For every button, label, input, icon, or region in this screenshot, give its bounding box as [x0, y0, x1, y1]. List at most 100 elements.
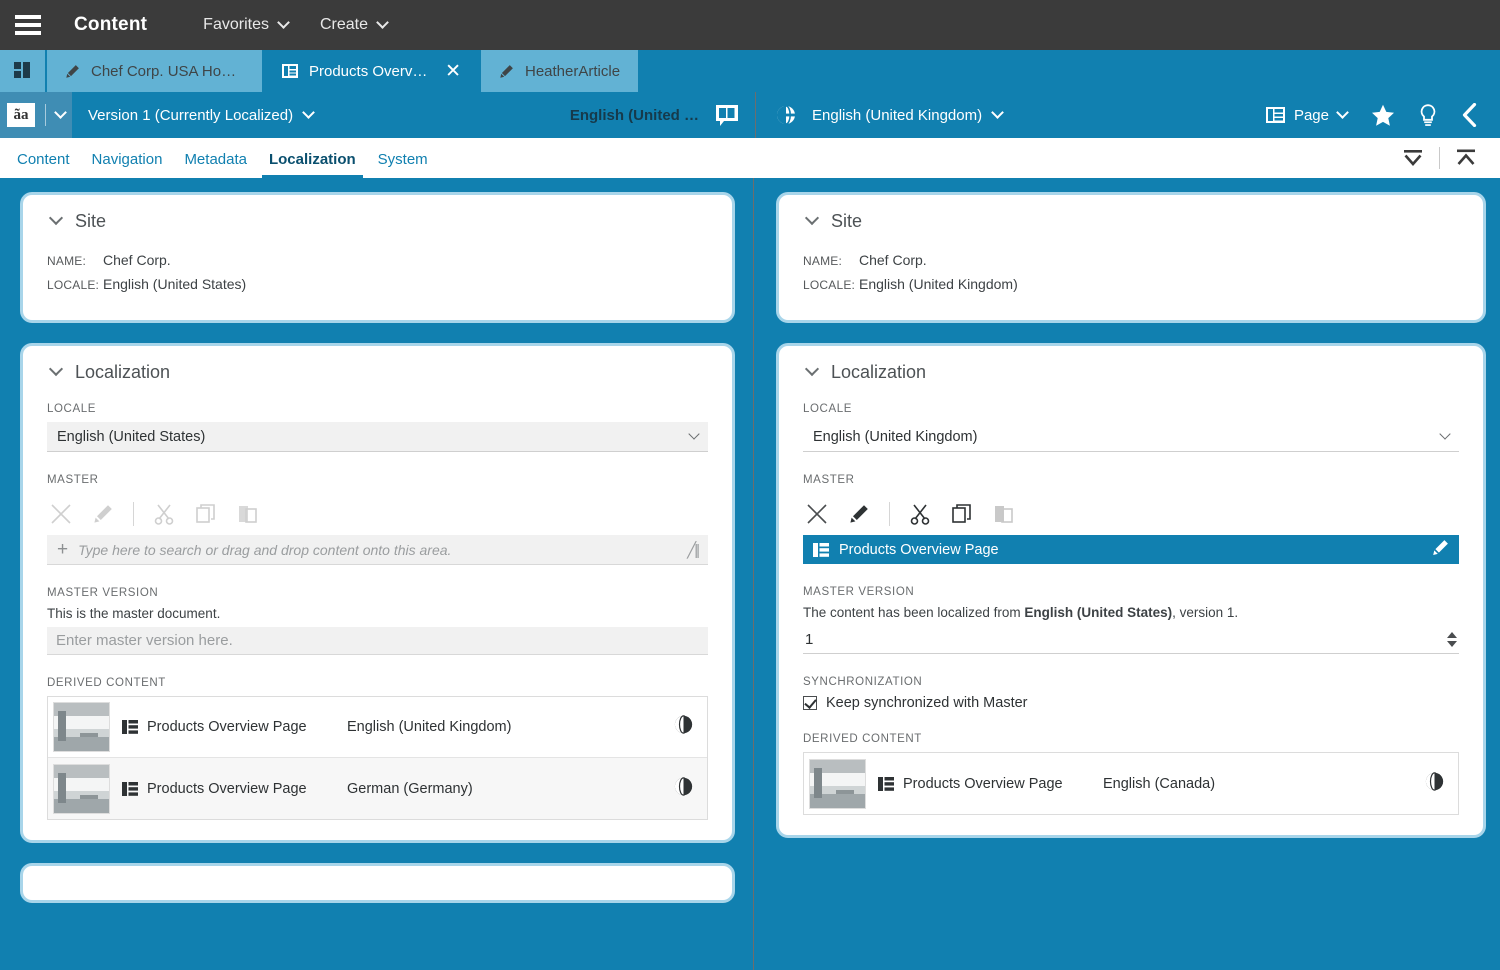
number-stepper[interactable] [1447, 632, 1457, 647]
right-site-name-row: NAME: Chef Corp. [803, 252, 1459, 268]
menu-create-label: Create [320, 16, 368, 34]
page-icon [122, 720, 138, 734]
toolbar-left: ãa Version 1 (Currently Localized) Engli… [0, 92, 755, 138]
table-row[interactable]: Products Overview Page English (Canada) [804, 753, 1458, 814]
hamburger-icon[interactable] [0, 0, 56, 50]
row-locale: German (Germany) [347, 781, 473, 797]
edit-icon[interactable] [89, 500, 117, 528]
cut-icon[interactable] [150, 500, 178, 528]
right-master-link-label: Products Overview Page [839, 542, 999, 558]
pencil-icon[interactable] [1432, 539, 1449, 560]
right-master-link[interactable]: Products Overview Page [803, 535, 1459, 564]
page-icon [122, 782, 138, 796]
dashboard-icon[interactable] [0, 50, 45, 92]
version-selector[interactable]: Version 1 (Currently Localized) [72, 107, 329, 124]
right-site-card: Site NAME: Chef Corp. LOCALE: English (U… [776, 192, 1486, 323]
globe-icon[interactable] [674, 715, 693, 739]
tab-navigation[interactable]: Navigation [81, 140, 174, 178]
table-row[interactable]: Products Overview Page English (United K… [48, 697, 707, 758]
left-locale-select[interactable]: English (United States) [47, 422, 708, 452]
kitchen-thumbnail [53, 764, 110, 814]
view-selector[interactable]: Page [1254, 107, 1359, 124]
help-post: , version 1. [1172, 605, 1238, 620]
nav-label: Metadata [184, 151, 247, 168]
right-site-heading: Site [831, 211, 862, 232]
right-site-name-value: Chef Corp. [859, 252, 927, 268]
chevron-down-icon [376, 16, 389, 29]
chevron-down-icon [277, 16, 290, 29]
menu-create[interactable]: Create [304, 0, 403, 50]
right-locale-select[interactable]: English (United Kingdom) [803, 422, 1459, 452]
globe-icon[interactable] [674, 777, 693, 801]
nav-label: Localization [269, 151, 356, 168]
copy-icon[interactable] [948, 500, 976, 528]
row-locale: English (Canada) [1103, 776, 1215, 792]
left-localization-header[interactable]: Localization [47, 362, 708, 383]
right-site-header[interactable]: Site [803, 211, 1459, 232]
table-row[interactable]: Products Overview Page German (Germany) [48, 758, 707, 819]
right-derived-list: Products Overview Page English (Canada) [803, 752, 1459, 815]
tab-metadata[interactable]: Metadata [173, 140, 258, 178]
right-locale-label: English (United Kingdom) [812, 107, 982, 124]
comment-icon[interactable] [715, 104, 739, 127]
tab-localization[interactable]: Localization [258, 140, 367, 178]
left-master-drop-area[interactable]: + Type here to search or drag and drop c… [47, 535, 708, 565]
left-localization-heading: Localization [75, 362, 170, 383]
cut-icon[interactable] [906, 500, 934, 528]
left-master-version-placeholder: Enter master version here. [56, 632, 233, 649]
left-master-drop-placeholder: Type here to search or drag and drop con… [78, 542, 451, 558]
collapse-all-button[interactable] [1387, 148, 1439, 168]
translate-button[interactable]: ãa [0, 92, 72, 138]
right-localization-header[interactable]: Localization [803, 362, 1459, 383]
right-locale-selector[interactable]: English (United Kingdom) [796, 107, 1018, 124]
expand-all-button[interactable] [1440, 148, 1492, 168]
menu-favorites[interactable]: Favorites [187, 0, 304, 50]
chevron-down-icon [302, 106, 315, 119]
paste-icon[interactable] [234, 500, 262, 528]
right-site-name-label: NAME: [803, 252, 859, 268]
tab-heatherarticle[interactable]: HeatherArticle [481, 50, 638, 92]
page-icon [878, 777, 894, 791]
stepper-down-icon[interactable] [1447, 641, 1457, 647]
chevron-down-icon [49, 361, 63, 375]
lightbulb-button[interactable] [1407, 104, 1449, 127]
divider [45, 104, 46, 126]
close-icon[interactable]: ✕ [445, 62, 461, 81]
right-locale-label: LOCALE [803, 403, 1459, 415]
tab-content[interactable]: Content [6, 140, 81, 178]
page-icon [813, 543, 829, 557]
row-name-cell: Products Overview Page [122, 781, 347, 797]
chevron-down-icon [805, 361, 819, 375]
stepper-up-icon[interactable] [1447, 632, 1457, 638]
left-master-actions [47, 493, 708, 535]
tab-products-overview-page[interactable]: Products Overview Pa… ✕ [264, 50, 479, 92]
remove-icon[interactable] [47, 500, 75, 528]
keep-synchronized-checkbox[interactable]: Keep synchronized with Master [803, 695, 1459, 711]
right-sync-label: SYNCHRONIZATION [803, 676, 1459, 688]
left-site-header[interactable]: Site [47, 211, 708, 232]
app-title: Content [74, 14, 147, 36]
left-derived-list: Products Overview Page English (United K… [47, 696, 708, 820]
chevron-down-icon [49, 210, 63, 224]
globe-icon[interactable] [1425, 772, 1444, 796]
right-localization-heading: Localization [831, 362, 926, 383]
grip-icon[interactable]: ╱|| [687, 541, 698, 559]
paste-icon[interactable] [990, 500, 1018, 528]
left-site-name-row: NAME: Chef Corp. [47, 252, 708, 268]
remove-icon[interactable] [803, 500, 831, 528]
collapse-panel-button[interactable] [1449, 103, 1490, 127]
chevron-down-icon[interactable] [54, 106, 67, 119]
help-pre: The content has been localized from [803, 605, 1024, 620]
edit-icon[interactable] [845, 500, 873, 528]
tab-system[interactable]: System [367, 140, 439, 178]
left-master-version-input[interactable]: Enter master version here. [47, 627, 708, 655]
left-master-version-help: This is the master document. [47, 606, 708, 621]
right-master-version-input[interactable]: 1 [803, 626, 1459, 654]
copy-icon[interactable] [192, 500, 220, 528]
help-bold: English (United States) [1024, 605, 1172, 620]
favorite-button[interactable] [1359, 104, 1407, 127]
tab-label: HeatherArticle [525, 63, 620, 80]
right-derived-label: DERIVED CONTENT [803, 733, 1459, 745]
tab-chef-corp-usa-home[interactable]: Chef Corp. USA Home… [47, 50, 262, 92]
right-localization-card: Localization LOCALE English (United King… [776, 343, 1486, 838]
